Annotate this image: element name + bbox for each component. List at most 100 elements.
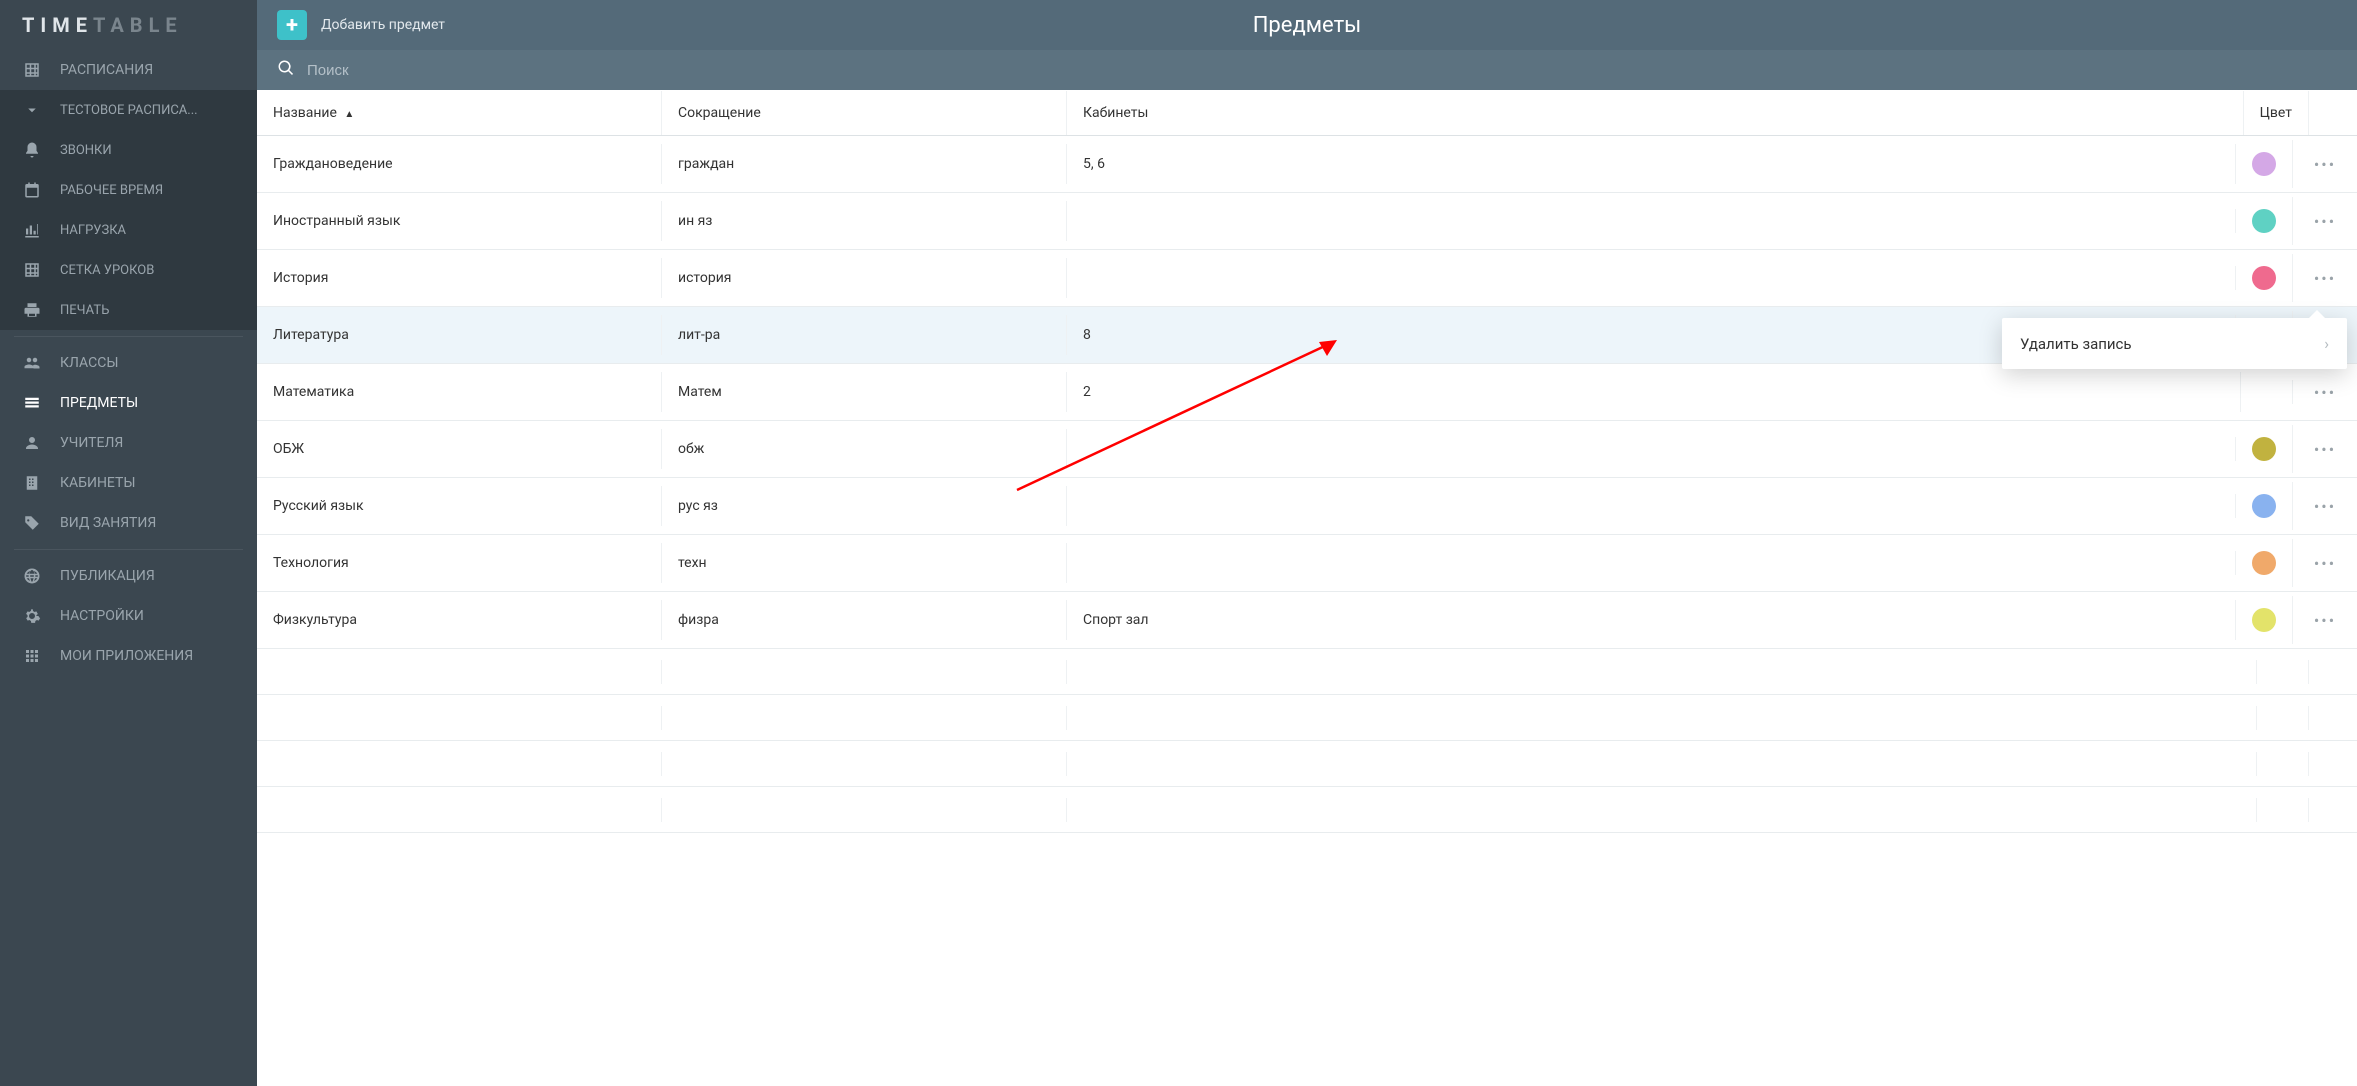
nav-label: РАБОЧЕЕ ВРЕМЯ xyxy=(60,183,163,198)
cell-cabinets xyxy=(1067,209,2236,233)
cell-name: Русский язык xyxy=(257,486,662,526)
nav-label: ТЕСТОВОЕ РАСПИСА... xyxy=(60,103,198,118)
nav-schedules[interactable]: РАСПИСАНИЯ xyxy=(0,50,257,90)
table-row[interactable]: Технологиятехн••• xyxy=(257,535,2357,592)
table-row[interactable]: Историяистория••• xyxy=(257,250,2357,307)
cell-abbr: обж xyxy=(662,429,1067,469)
cell-empty xyxy=(2309,798,2357,822)
color-swatch[interactable] xyxy=(2252,551,2276,575)
nav-classes[interactable]: КЛАССЫ xyxy=(0,343,257,383)
nav-label: КЛАССЫ xyxy=(60,355,118,371)
color-swatch[interactable] xyxy=(2252,437,2276,461)
tag-icon xyxy=(22,513,42,533)
row-actions-button[interactable]: ••• xyxy=(2309,604,2341,636)
table-row[interactable]: ОБЖобж••• xyxy=(257,421,2357,478)
dots-icon: ••• xyxy=(2314,155,2336,174)
search-input[interactable] xyxy=(307,62,2337,79)
sidebar: TIMETABLE РАСПИСАНИЯ ТЕСТОВОЕ РАСПИСА... xyxy=(0,0,257,1086)
nav-separator xyxy=(14,336,243,337)
col-header-color[interactable]: Цвет xyxy=(2244,91,2309,135)
cell-actions: ••• xyxy=(2293,421,2357,477)
nav-teachers[interactable]: УЧИТЕЛЯ xyxy=(0,423,257,463)
color-swatch[interactable] xyxy=(2252,608,2276,632)
nav-work-time[interactable]: РАБОЧЕЕ ВРЕМЯ xyxy=(0,170,257,210)
calendar-icon xyxy=(22,180,42,200)
add-subject-label: Добавить предмет xyxy=(321,17,445,33)
chevron-right-icon: › xyxy=(2324,334,2329,353)
col-header-name-label: Название xyxy=(273,105,337,121)
row-actions-button[interactable]: ••• xyxy=(2309,262,2341,294)
row-actions-button[interactable]: ••• xyxy=(2309,205,2341,237)
table-row-empty xyxy=(257,649,2357,695)
color-swatch[interactable] xyxy=(2252,494,2276,518)
nav-print[interactable]: ПЕЧАТЬ xyxy=(0,290,257,330)
color-swatch[interactable] xyxy=(2252,152,2276,176)
nav-load[interactable]: НАГРУЗКА xyxy=(0,210,257,250)
nav-publication[interactable]: ПУБЛИКАЦИЯ xyxy=(0,556,257,596)
context-menu-delete-label: Удалить запись xyxy=(2020,335,2132,353)
nav-my-apps[interactable]: МОИ ПРИЛОЖЕНИЯ xyxy=(0,636,257,676)
cell-color xyxy=(2236,254,2293,302)
nav-rooms[interactable]: КАБИНЕТЫ xyxy=(0,463,257,503)
gear-icon xyxy=(22,606,42,626)
dots-icon: ••• xyxy=(2314,440,2336,459)
nav-test-schedule[interactable]: ТЕСТОВОЕ РАСПИСА... xyxy=(0,90,257,130)
cell-empty xyxy=(2257,660,2309,684)
nav-lessons-grid[interactable]: СЕТКА УРОКОВ xyxy=(0,250,257,290)
col-header-abbr[interactable]: Сокращение xyxy=(662,91,1067,135)
row-actions-button[interactable]: ••• xyxy=(2309,490,2341,522)
logo-text-dark: TABLE xyxy=(93,13,183,37)
apps-icon xyxy=(22,646,42,666)
dots-icon: ••• xyxy=(2314,611,2336,630)
context-menu-delete[interactable]: Удалить запись › xyxy=(2002,318,2347,369)
cell-abbr: рус яз xyxy=(662,486,1067,526)
table-header-row: Название ▲ Сокращение Кабинеты Цвет xyxy=(257,90,2357,136)
cell-name: Математика xyxy=(257,372,662,412)
cell-name: Граждановедение xyxy=(257,144,662,184)
nav-label: КАБИНЕТЫ xyxy=(60,475,135,491)
cell-empty xyxy=(1067,660,2257,684)
cell-actions: ••• xyxy=(2293,535,2357,591)
row-context-menu: Удалить запись › xyxy=(2002,318,2347,369)
nav-label: МОИ ПРИЛОЖЕНИЯ xyxy=(60,648,193,664)
nav-separator xyxy=(14,549,243,550)
color-swatch[interactable] xyxy=(2252,266,2276,290)
table-row-empty xyxy=(257,695,2357,741)
cell-color xyxy=(2236,197,2293,245)
nav-bells[interactable]: ЗВОНКИ xyxy=(0,130,257,170)
table-body: Граждановедениеграждан5, 6•••Иностранный… xyxy=(257,136,2357,833)
nav-subjects[interactable]: ПРЕДМЕТЫ xyxy=(0,383,257,423)
table-row[interactable]: ФизкультурафизраСпорт зал••• xyxy=(257,592,2357,649)
nav-settings[interactable]: НАСТРОЙКИ xyxy=(0,596,257,636)
cell-empty xyxy=(662,798,1067,822)
cell-empty xyxy=(2309,752,2357,776)
nav-label: СЕТКА УРОКОВ xyxy=(60,263,154,278)
nav-label: НАСТРОЙКИ xyxy=(60,608,144,624)
col-header-cab-label: Кабинеты xyxy=(1083,105,1148,121)
cell-cabinets xyxy=(1067,437,2236,461)
cell-name: Иностранный язык xyxy=(257,201,662,241)
cell-empty xyxy=(257,798,662,822)
cell-empty xyxy=(257,660,662,684)
nav-label: ПЕЧАТЬ xyxy=(60,303,109,318)
col-header-name[interactable]: Название ▲ xyxy=(257,91,662,135)
cell-color xyxy=(2236,539,2293,587)
cell-color xyxy=(2236,596,2293,644)
cell-abbr: Матем xyxy=(662,372,1067,412)
col-header-cabinets[interactable]: Кабинеты xyxy=(1067,91,2244,135)
logo-text-light: TIME xyxy=(22,13,93,37)
table-row[interactable]: Русский языкрус яз ••• xyxy=(257,478,2357,535)
add-subject-button[interactable]: + xyxy=(277,10,307,40)
table-row[interactable]: Граждановедениеграждан5, 6••• xyxy=(257,136,2357,193)
topbar: + Добавить предмет Предметы xyxy=(257,0,2357,50)
table-row[interactable]: МатематикаМатем2••• xyxy=(257,364,2357,421)
nav-activity-type[interactable]: ВИД ЗАНЯТИЯ xyxy=(0,503,257,543)
table-row[interactable]: Иностранный языкин яз••• xyxy=(257,193,2357,250)
row-actions-button[interactable]: ••• xyxy=(2309,547,2341,579)
search-icon xyxy=(277,59,307,81)
row-actions-button[interactable]: ••• xyxy=(2309,433,2341,465)
row-actions-button[interactable]: ••• xyxy=(2309,376,2341,408)
color-swatch[interactable] xyxy=(2252,209,2276,233)
cell-cabinets xyxy=(1067,551,2236,575)
row-actions-button[interactable]: ••• xyxy=(2309,148,2341,180)
